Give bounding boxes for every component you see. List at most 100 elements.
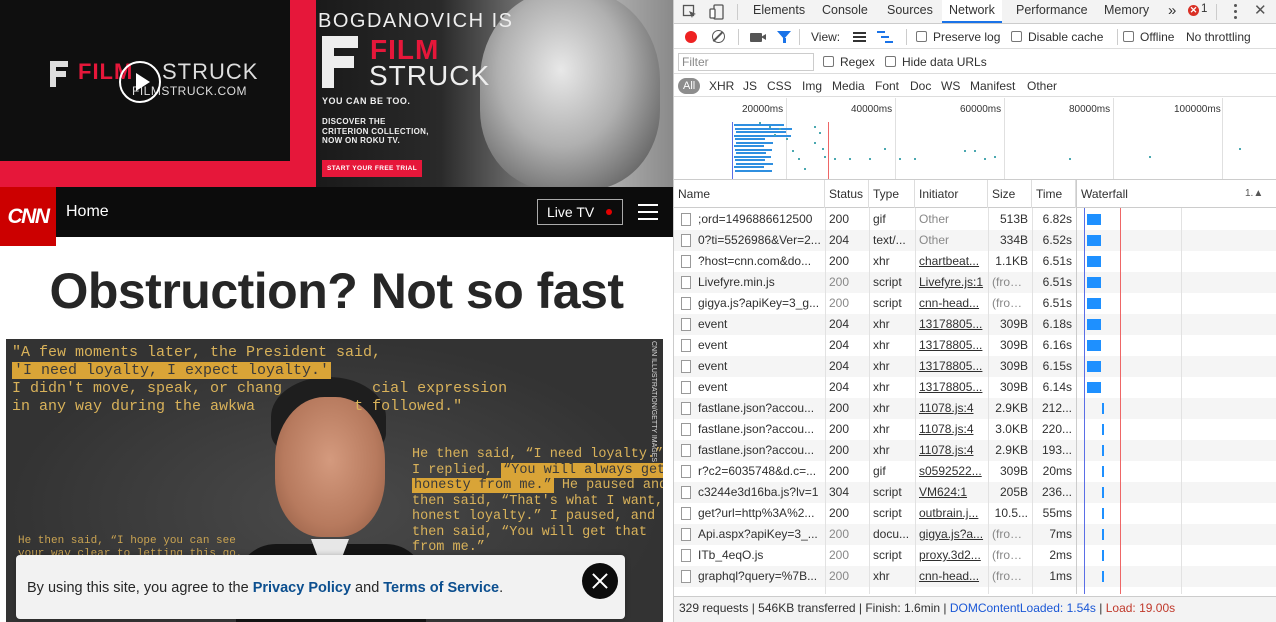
request-initiator[interactable]: 13178805...	[915, 356, 988, 377]
request-initiator[interactable]: 13178805...	[915, 377, 988, 398]
request-initiator[interactable]: 13178805...	[915, 335, 988, 356]
tab-network[interactable]: Network	[942, 0, 1002, 23]
hide-data-urls-checkbox[interactable]: Hide data URLs	[885, 55, 987, 69]
cnn-logo[interactable]: CNN	[0, 187, 56, 246]
table-row[interactable]: r?c2=6035748&d.c=... 200 gif s0592522... 309…	[674, 461, 1276, 482]
tab-sources[interactable]: Sources	[880, 0, 940, 23]
cookie-close-icon[interactable]	[582, 563, 618, 599]
request-name[interactable]: Api.aspx?apiKey=3_...	[694, 524, 825, 545]
request-initiator[interactable]: gigya.js?a...	[915, 524, 988, 545]
table-row[interactable]: event 204 xhr 13178805... 309B 6.18s	[674, 314, 1276, 335]
tab-memory[interactable]: Memory	[1097, 0, 1156, 23]
close-devtools-button[interactable]: ✕	[1254, 1, 1267, 19]
table-row[interactable]: graphql?query=%7B... 200 xhr cnn-head... (fr…	[674, 566, 1276, 587]
column-status[interactable]: Status	[825, 180, 869, 208]
request-name[interactable]: fastlane.json?accou...	[694, 440, 825, 461]
request-name[interactable]: fastlane.json?accou...	[694, 419, 825, 440]
terms-of-service-link[interactable]: Terms of Service	[383, 580, 499, 596]
request-name[interactable]: graphql?query=%7B...	[694, 566, 825, 587]
table-row[interactable]: ITb_4eqO.js 200 script proxy.3d2... (from...…	[674, 545, 1276, 566]
column-name[interactable]: Name	[674, 180, 825, 208]
request-name[interactable]: fastlane.json?accou...	[694, 398, 825, 419]
request-name[interactable]: event	[694, 335, 825, 356]
table-row[interactable]: c3244e3d16ba.js?lv=1 304 script VM624:1 205B…	[674, 482, 1276, 503]
request-name[interactable]: event	[694, 377, 825, 398]
tab-elements[interactable]: Elements	[746, 0, 812, 23]
nav-home-link[interactable]: Home	[66, 203, 109, 221]
table-row[interactable]: get?url=http%3A%2... 200 script outbrain.j.…	[674, 503, 1276, 524]
tab-console[interactable]: Console	[815, 0, 875, 23]
request-initiator[interactable]: chartbeat...	[915, 251, 988, 272]
play-icon[interactable]	[119, 61, 161, 103]
request-initiator[interactable]: proxy.3d2...	[915, 545, 988, 566]
table-row[interactable]: event 204 xhr 13178805... 309B 6.14s	[674, 377, 1276, 398]
request-initiator[interactable]: Other	[915, 230, 988, 251]
overview-toggle-icon[interactable]	[877, 31, 893, 43]
column-type[interactable]: Type	[869, 180, 915, 208]
column-size[interactable]: Size	[988, 180, 1032, 208]
offline-checkbox[interactable]: Offline	[1123, 30, 1174, 44]
type-filter-xhr[interactable]: XHR	[709, 79, 734, 93]
table-row[interactable]: fastlane.json?accou... 200 xhr 11078.js:4 2.…	[674, 398, 1276, 419]
request-name[interactable]: event	[694, 356, 825, 377]
request-name[interactable]: Livefyre.min.js	[694, 272, 825, 293]
request-name[interactable]: gigya.js?apiKey=3_g...	[694, 293, 825, 314]
filter-funnel-icon[interactable]	[777, 31, 791, 43]
filter-input[interactable]	[678, 53, 814, 71]
large-rows-icon[interactable]	[853, 32, 866, 42]
table-row[interactable]: fastlane.json?accou... 200 xhr 11078.js:4 2.…	[674, 440, 1276, 461]
type-filter-img[interactable]: Img	[802, 79, 822, 93]
request-initiator[interactable]: 11078.js:4	[915, 398, 988, 419]
table-row[interactable]: Livefyre.min.js 200 script Livefyre.js:1 (fr…	[674, 272, 1276, 293]
filmstruck-ad-banner[interactable]: FILM STRUCK FILMSTRUCK.COM BOGDANOVICH I…	[0, 0, 673, 187]
request-name[interactable]: 0?ti=5526986&Ver=2...	[694, 230, 825, 251]
sort-indicator[interactable]: 1.▲	[1245, 188, 1263, 199]
record-icon[interactable]	[685, 31, 697, 43]
request-name[interactable]: ITb_4eqO.js	[694, 545, 825, 566]
type-filter-manifest[interactable]: Manifest	[970, 79, 1015, 93]
privacy-policy-link[interactable]: Privacy Policy	[253, 580, 351, 596]
request-name[interactable]: ?host=cnn.com&do...	[694, 251, 825, 272]
tab-performance[interactable]: Performance	[1009, 0, 1095, 23]
throttling-select[interactable]: No throttling	[1186, 30, 1251, 44]
request-initiator[interactable]: s0592522...	[915, 461, 988, 482]
capture-screenshots-icon[interactable]	[750, 33, 766, 42]
request-initiator[interactable]: Other	[915, 209, 988, 230]
preserve-log-checkbox[interactable]: Preserve log	[916, 30, 1000, 44]
type-filter-css[interactable]: CSS	[767, 79, 792, 93]
type-filter-doc[interactable]: Doc	[910, 79, 931, 93]
type-filter-other[interactable]: Other	[1027, 79, 1057, 93]
error-count-badge[interactable]: ✕ 1	[1188, 3, 1207, 16]
live-tv-button[interactable]: Live TV	[537, 199, 623, 225]
more-options-icon[interactable]	[1230, 2, 1240, 20]
type-filter-font[interactable]: Font	[875, 79, 899, 93]
request-name[interactable]: ;ord=1496886612500	[694, 209, 825, 230]
request-initiator[interactable]: 11078.js:4	[915, 419, 988, 440]
column-initiator[interactable]: Initiator	[915, 180, 988, 208]
column-time[interactable]: Time	[1032, 180, 1076, 208]
ad-free-trial-button[interactable]: START YOUR FREE TRIAL	[322, 160, 423, 177]
request-initiator[interactable]: 11078.js:4	[915, 440, 988, 461]
ad-video-player[interactable]: FILM STRUCK FILMSTRUCK.COM	[0, 0, 290, 161]
more-tabs-button[interactable]: »	[1164, 0, 1180, 23]
type-filter-js[interactable]: JS	[743, 79, 757, 93]
device-toolbar-icon[interactable]	[709, 4, 725, 20]
inspect-element-icon[interactable]	[682, 4, 698, 20]
request-name[interactable]: r?c2=6035748&d.c=...	[694, 461, 825, 482]
request-initiator[interactable]: cnn-head...	[915, 566, 988, 587]
table-row[interactable]: event 204 xhr 13178805... 309B 6.15s	[674, 356, 1276, 377]
request-initiator[interactable]: VM624:1	[915, 482, 988, 503]
table-row[interactable]: 0?ti=5526986&Ver=2... 204 text/... Other 334…	[674, 230, 1276, 251]
hamburger-menu-icon[interactable]	[638, 204, 658, 220]
request-initiator[interactable]: 13178805...	[915, 314, 988, 335]
table-row[interactable]: ;ord=1496886612500 200 gif Other 513B 6.82s	[674, 209, 1276, 230]
type-filter-all[interactable]: All	[678, 78, 701, 94]
table-row[interactable]: fastlane.json?accou... 200 xhr 11078.js:4 3.…	[674, 419, 1276, 440]
type-filter-ws[interactable]: WS	[941, 79, 960, 93]
type-filter-media[interactable]: Media	[832, 79, 865, 93]
request-initiator[interactable]: cnn-head...	[915, 293, 988, 314]
request-name[interactable]: event	[694, 314, 825, 335]
regex-checkbox[interactable]: Regex	[823, 55, 875, 69]
table-row[interactable]: event 204 xhr 13178805... 309B 6.16s	[674, 335, 1276, 356]
request-initiator[interactable]: Livefyre.js:1	[915, 272, 988, 293]
